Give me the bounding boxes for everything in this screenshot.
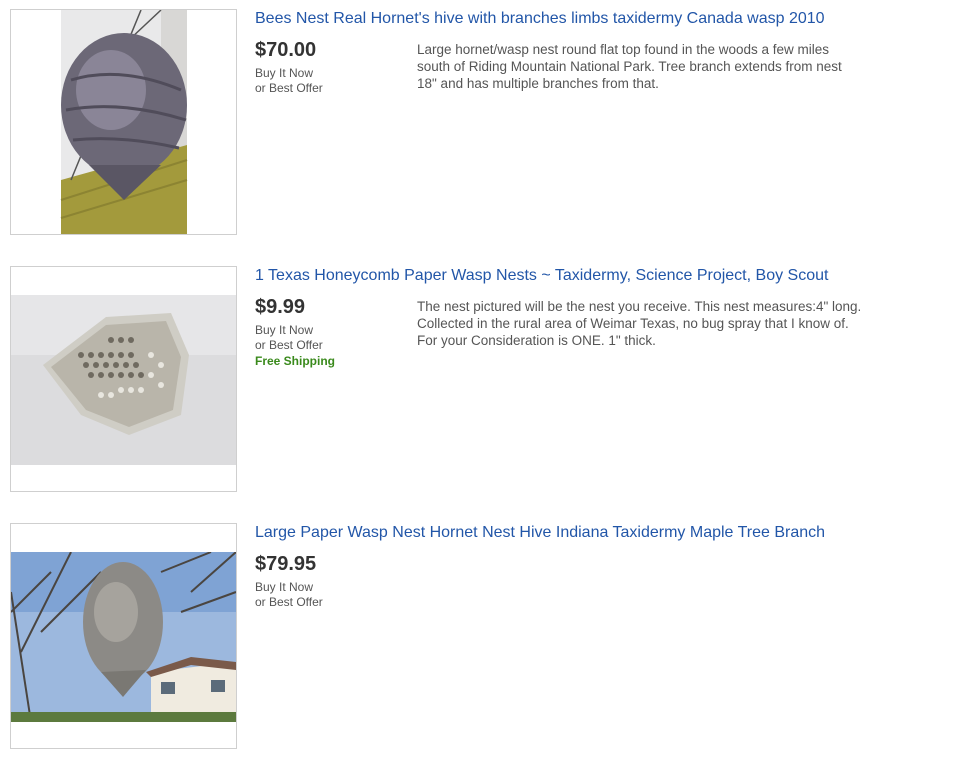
honeycomb-nest-image — [11, 295, 236, 465]
listing-description: The nest pictured will be the nest you r… — [417, 299, 862, 348]
listing-title-link[interactable]: Bees Nest Real Hornet's hive with branch… — [255, 10, 825, 28]
listing-description: Large hornet/wasp nest round flat top fo… — [417, 42, 842, 91]
listing-price: $79.95 — [255, 553, 317, 575]
buy-it-now-label: Buy It Now — [255, 66, 314, 80]
listing-title-link[interactable]: 1 Texas Honeycomb Paper Wasp Nests ~ Tax… — [255, 267, 828, 285]
listing-item: 1 Texas Honeycomb Paper Wasp Nests ~ Tax… — [0, 266, 956, 494]
listing-price: $9.99 — [255, 296, 306, 318]
best-offer-label: or Best Offer — [255, 338, 323, 352]
listing-title-link[interactable]: Large Paper Wasp Nest Hornet Nest Hive I… — [255, 524, 825, 542]
tree-nest-image — [11, 552, 236, 722]
listing-item: Bees Nest Real Hornet's hive with branch… — [0, 9, 956, 237]
best-offer-label: or Best Offer — [255, 595, 323, 609]
best-offer-label: or Best Offer — [255, 81, 323, 95]
listing-price: $70.00 — [255, 39, 317, 61]
hornet-nest-image — [11, 10, 236, 234]
listing-thumbnail[interactable] — [10, 9, 237, 235]
listing-thumbnail[interactable] — [10, 523, 237, 749]
listing-thumbnail[interactable] — [10, 266, 237, 492]
buy-it-now-label: Buy It Now — [255, 580, 314, 594]
listing-item: Large Paper Wasp Nest Hornet Nest Hive I… — [0, 523, 956, 751]
free-shipping-label: Free Shipping — [255, 354, 336, 368]
buy-it-now-label: Buy It Now — [255, 323, 314, 337]
